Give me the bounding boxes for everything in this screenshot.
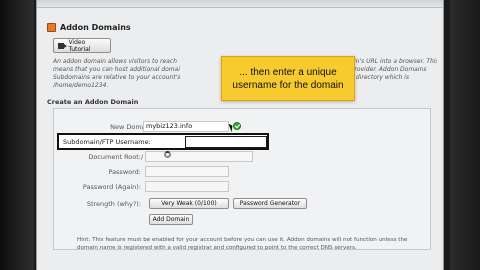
check-icon [233, 122, 241, 130]
video-tutorial-button[interactable]: Video Tutorial [53, 38, 111, 53]
page-title: Addon Domains [60, 22, 131, 32]
password-again-input[interactable] [145, 181, 229, 192]
cpanel-window: Addon Domains Video Tutorial An addon do… [36, 0, 444, 270]
callout-line-1: ... then enter a unique [239, 67, 337, 78]
left-backdrop [0, 0, 34, 270]
tutorial-callout: ... then enter a unique username for the… [221, 56, 355, 101]
subdomain-highlight: Subdomain/FTP Username: [57, 133, 269, 150]
right-backdrop [450, 0, 480, 270]
new-domain-input[interactable]: mybiz123.info [143, 121, 229, 132]
callout-line-2: username for the domain [232, 80, 344, 91]
addon-domain-icon [47, 22, 56, 32]
password-label: Password: [108, 168, 141, 176]
add-domain-button[interactable]: Add Domain [149, 214, 193, 225]
subdomain-label: Subdomain/FTP Username: [63, 138, 151, 146]
video-tutorial-label: Video Tutorial [68, 38, 91, 53]
password-generator-button[interactable]: Password Generator [233, 198, 307, 209]
document-root-label: Document Root: [88, 153, 141, 161]
note-line: Hint: This feature must be enabled for y… [77, 237, 408, 243]
top-bar [37, 0, 443, 8]
document-root-input[interactable] [145, 151, 253, 162]
password-again-label: Password (Again): [82, 183, 141, 191]
section-title: Create an Addon Domain [47, 98, 139, 106]
document-root-prefix: / [141, 153, 144, 161]
video-icon [58, 42, 69, 49]
subdomain-input[interactable] [185, 136, 267, 148]
password-input[interactable] [145, 166, 229, 177]
hint-note: Hint: This feature must be enabled for y… [77, 236, 437, 252]
note-line: domain name is registered with a valid r… [77, 245, 357, 251]
strength-meter: Very Weak (0/100) [149, 198, 229, 209]
strength-label: Strength (why?): [86, 200, 141, 208]
wait-icon [164, 151, 171, 158]
page-title-row: Addon Domains [47, 20, 131, 34]
